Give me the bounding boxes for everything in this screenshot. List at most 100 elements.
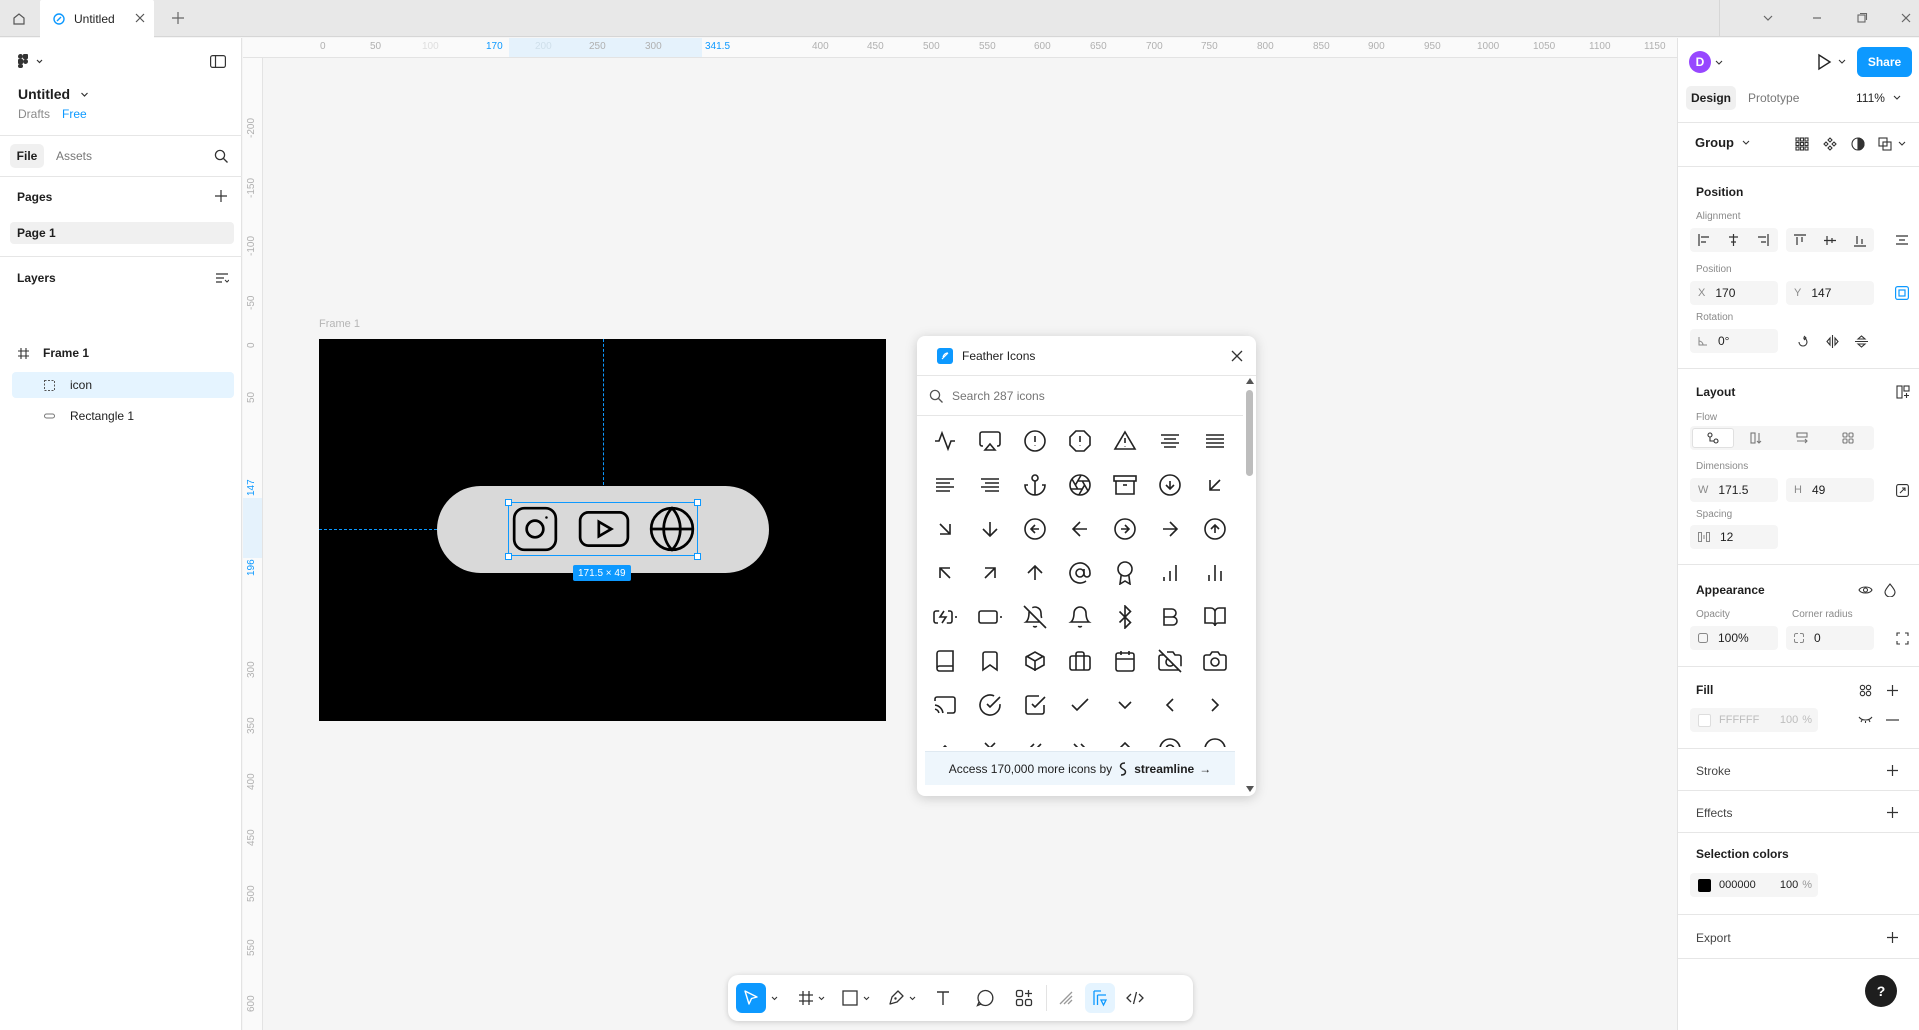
- chevrons-right-icon[interactable]: [1068, 737, 1092, 747]
- arrow-down-circle-icon[interactable]: [1158, 473, 1182, 497]
- bold-icon[interactable]: [1158, 605, 1182, 629]
- resize-handle[interactable]: [694, 499, 701, 506]
- arrow-down-left-icon[interactable]: [1203, 473, 1227, 497]
- align-left-icon[interactable]: [933, 473, 957, 497]
- tab-prototype[interactable]: Prototype: [1748, 91, 1799, 105]
- calendar-icon[interactable]: [1113, 649, 1137, 673]
- distribute-icon[interactable]: [1896, 235, 1908, 245]
- bar-chart-icon[interactable]: [1158, 561, 1182, 585]
- constrain-proportions-icon[interactable]: [1896, 484, 1909, 497]
- chevron-up-icon[interactable]: [933, 737, 957, 747]
- layer-row[interactable]: Rectangle 1: [12, 403, 234, 429]
- layer-row[interactable]: Frame 1: [10, 340, 234, 366]
- archive-icon[interactable]: [1113, 473, 1137, 497]
- check-icon[interactable]: [1068, 693, 1092, 717]
- add-stroke-icon[interactable]: [1886, 764, 1899, 777]
- align-center-icon[interactable]: [1158, 429, 1182, 453]
- chevron-right-icon[interactable]: [1203, 693, 1227, 717]
- chevron-down-icon[interactable]: [771, 996, 778, 1001]
- scroll-down-icon[interactable]: [1246, 786, 1254, 792]
- blend-mode-icon[interactable]: [1884, 583, 1896, 597]
- chevron-down-icon[interactable]: [1762, 12, 1774, 24]
- main-menu-button[interactable]: [18, 54, 44, 68]
- component-icon[interactable]: [1823, 137, 1837, 151]
- draw-mode-icon[interactable]: [1057, 989, 1075, 1007]
- tab-design[interactable]: Design: [1686, 86, 1736, 110]
- x-position-field[interactable]: X 170: [1690, 281, 1778, 305]
- rotation-field[interactable]: 0°: [1690, 329, 1778, 353]
- avatar[interactable]: D: [1689, 51, 1711, 73]
- book-open-icon[interactable]: [1203, 605, 1227, 629]
- bluetooth-icon[interactable]: [1113, 605, 1137, 629]
- minimize-icon[interactable]: [1811, 12, 1823, 24]
- airplay-icon[interactable]: [978, 429, 1002, 453]
- frame-tool-icon[interactable]: [798, 990, 814, 1006]
- constraints-icon[interactable]: [1895, 286, 1909, 300]
- arrow-up-right-icon[interactable]: [978, 561, 1002, 585]
- close-tab-icon[interactable]: [134, 12, 146, 24]
- circle-icon[interactable]: [1203, 737, 1227, 747]
- independent-corners-icon[interactable]: [1896, 632, 1909, 645]
- at-sign-icon[interactable]: [1068, 561, 1092, 585]
- opacity-field[interactable]: 100%: [1690, 626, 1778, 650]
- file-name[interactable]: Untitled: [18, 86, 70, 102]
- fill-swatch[interactable]: [1698, 713, 1711, 727]
- dev-mode-icon[interactable]: [1126, 990, 1144, 1006]
- box-icon[interactable]: [1023, 649, 1047, 673]
- icon-search-input[interactable]: [952, 384, 1232, 408]
- check-circle-icon[interactable]: [978, 693, 1002, 717]
- add-fill-icon[interactable]: [1886, 684, 1899, 697]
- chevron-down-icon[interactable]: [909, 996, 916, 1001]
- flip-vertical-icon[interactable]: [1855, 335, 1868, 348]
- align-horizontal-center-icon[interactable]: [1727, 234, 1740, 246]
- flow-grid-icon[interactable]: [1842, 432, 1854, 444]
- arrow-down-icon[interactable]: [978, 517, 1002, 541]
- file-location[interactable]: Drafts: [18, 107, 50, 121]
- arrow-down-right-icon[interactable]: [933, 517, 957, 541]
- chevrons-up-icon[interactable]: [1113, 737, 1137, 747]
- chevron-down-icon[interactable]: [1113, 693, 1137, 717]
- chevron-down-icon[interactable]: [818, 996, 825, 1001]
- plan-badge[interactable]: Free: [62, 107, 87, 121]
- arrow-right-icon[interactable]: [1158, 517, 1182, 541]
- new-tab-icon[interactable]: [170, 10, 186, 26]
- y-position-field[interactable]: Y 147: [1786, 281, 1874, 305]
- camera-icon[interactable]: [1203, 649, 1227, 673]
- arrow-up-circle-icon[interactable]: [1203, 517, 1227, 541]
- cast-icon[interactable]: [933, 693, 957, 717]
- bell-off-icon[interactable]: [1023, 605, 1047, 629]
- arrow-up-icon[interactable]: [1023, 561, 1047, 585]
- flip-horizontal-icon[interactable]: [1826, 335, 1839, 348]
- comment-tool-icon[interactable]: [976, 989, 994, 1007]
- tab-assets[interactable]: Assets: [56, 149, 92, 163]
- bookmark-icon[interactable]: [978, 649, 1002, 673]
- corner-radius-field[interactable]: 0: [1786, 626, 1874, 650]
- spacing-field[interactable]: 12: [1690, 525, 1778, 549]
- alert-octagon-icon[interactable]: [1068, 429, 1092, 453]
- eye-icon[interactable]: [1858, 585, 1873, 595]
- chevron-down-icon[interactable]: [1898, 141, 1906, 147]
- chevron-down-icon[interactable]: [80, 90, 89, 99]
- chevron-left-icon[interactable]: [1158, 693, 1182, 717]
- chevron-down-icon[interactable]: [863, 996, 870, 1001]
- scroll-thumb[interactable]: [1246, 390, 1253, 476]
- selection-color-swatch[interactable]: [1698, 878, 1711, 892]
- chevrons-left-icon[interactable]: [1023, 737, 1047, 747]
- arrow-left-circle-icon[interactable]: [1023, 517, 1047, 541]
- chevrons-down-icon[interactable]: [978, 737, 1002, 747]
- present-icon[interactable]: [1816, 53, 1832, 71]
- award-icon[interactable]: [1113, 561, 1137, 585]
- selection-type-dropdown[interactable]: Group: [1695, 135, 1750, 150]
- layout-options-icon[interactable]: [1896, 385, 1910, 399]
- briefcase-icon[interactable]: [1068, 649, 1092, 673]
- search-icon[interactable]: [214, 149, 229, 164]
- close-window-icon[interactable]: [1900, 12, 1912, 24]
- camera-off-icon[interactable]: [1158, 649, 1182, 673]
- align-top-icon[interactable]: [1794, 234, 1806, 247]
- maximize-icon[interactable]: [1856, 12, 1868, 24]
- boolean-icon[interactable]: [1878, 137, 1892, 151]
- flow-freeform-button[interactable]: [1692, 428, 1734, 448]
- frame-label[interactable]: Frame 1: [319, 318, 360, 330]
- arrow-left-icon[interactable]: [1068, 517, 1092, 541]
- text-tool-icon[interactable]: [935, 990, 951, 1006]
